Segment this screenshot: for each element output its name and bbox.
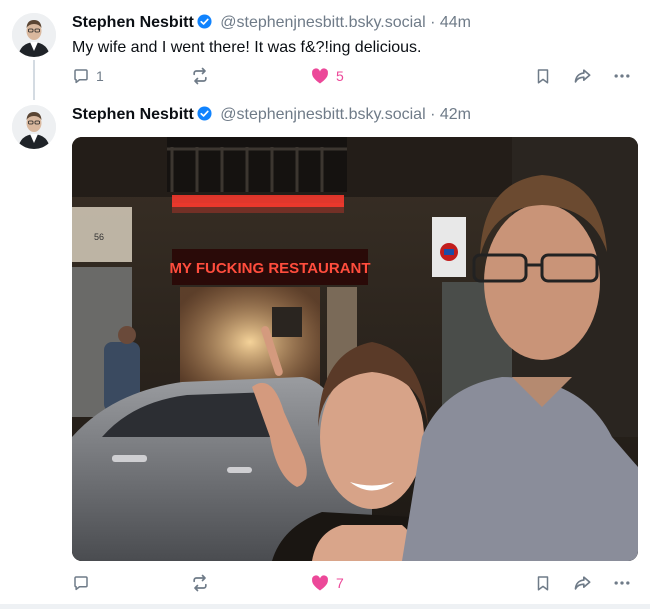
post-text: My wife and I went there! It was f&?!ing… bbox=[72, 39, 422, 56]
avatar[interactable] bbox=[12, 13, 56, 57]
like-count: 7 bbox=[336, 575, 344, 591]
share-arrow-icon bbox=[574, 69, 591, 83]
like-button[interactable]: 7 bbox=[310, 571, 344, 595]
share-button[interactable] bbox=[572, 571, 594, 595]
heart-filled-icon bbox=[311, 68, 329, 84]
author-handle[interactable]: @stephenjnesbitt.bsky.social bbox=[220, 14, 425, 31]
repost-button[interactable] bbox=[190, 571, 216, 595]
reply-icon bbox=[74, 69, 88, 84]
author-handle[interactable]: @stephenjnesbitt.bsky.social bbox=[220, 106, 425, 123]
bookmark-button[interactable] bbox=[534, 64, 552, 88]
repost-icon bbox=[193, 67, 207, 85]
repost-icon bbox=[193, 574, 207, 592]
share-arrow-icon bbox=[574, 576, 591, 590]
like-count: 5 bbox=[336, 68, 344, 84]
bookmark-icon bbox=[537, 576, 549, 591]
post-actions: 1 5 bbox=[72, 64, 632, 88]
timestamp[interactable]: 42m bbox=[440, 106, 471, 123]
heart-filled-icon bbox=[311, 575, 329, 591]
post-image[interactable]: 56 MY FUCKING RESTAURANT bbox=[72, 137, 638, 561]
feed-divider bbox=[0, 604, 650, 609]
separator: · bbox=[430, 14, 436, 31]
separator: · bbox=[430, 106, 436, 123]
reply-button[interactable]: 1 bbox=[72, 64, 104, 88]
post-header: Stephen Nesbitt @stephenjnesbitt.bsky.so… bbox=[72, 13, 471, 33]
ellipsis-icon bbox=[614, 581, 630, 585]
reply-button[interactable] bbox=[72, 571, 96, 595]
like-button[interactable]: 5 bbox=[310, 64, 344, 88]
verified-badge-icon bbox=[197, 14, 212, 29]
post-actions: 7 bbox=[72, 571, 632, 595]
timestamp[interactable]: 44m bbox=[440, 14, 471, 31]
author-name[interactable]: Stephen Nesbitt bbox=[72, 106, 194, 123]
repost-button[interactable] bbox=[190, 64, 216, 88]
verified-badge-icon bbox=[197, 106, 212, 121]
post-header: Stephen Nesbitt @stephenjnesbitt.bsky.so… bbox=[72, 105, 471, 125]
thread-line bbox=[33, 60, 35, 100]
reply-count: 1 bbox=[96, 68, 104, 84]
author-name[interactable]: Stephen Nesbitt bbox=[72, 14, 194, 31]
bookmark-icon bbox=[537, 69, 549, 84]
house-number: 56 bbox=[94, 232, 104, 242]
neon-sign: MY FUCKING RESTAURANT bbox=[169, 260, 370, 277]
reply-icon bbox=[74, 576, 88, 591]
avatar[interactable] bbox=[12, 105, 56, 149]
ellipsis-icon bbox=[614, 74, 630, 78]
more-options-button[interactable] bbox=[612, 571, 632, 595]
bookmark-button[interactable] bbox=[534, 571, 552, 595]
share-button[interactable] bbox=[572, 64, 594, 88]
more-options-button[interactable] bbox=[612, 64, 632, 88]
